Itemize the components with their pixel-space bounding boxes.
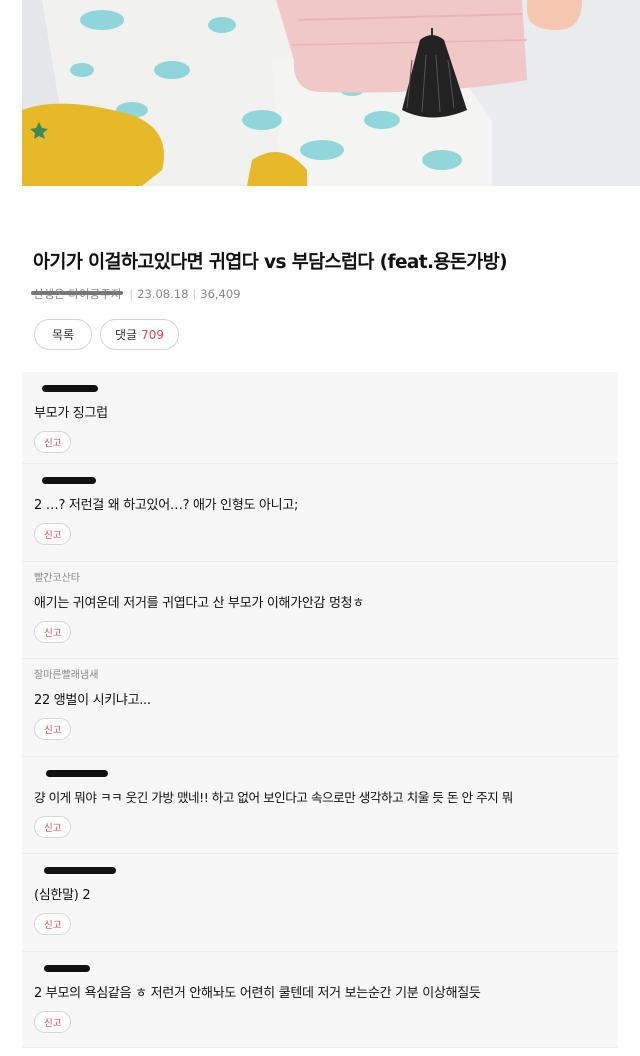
comment-nickname: [34, 962, 606, 976]
comment-list: 부모가 징그럽 신고 2 …? 저런걸 왜 하고있어…? 애가 인형도 아니고;…: [22, 372, 618, 1048]
comment-item: 잘마른빨래냄새 22 앵벌이 시키냐고... 신고: [22, 659, 618, 757]
comment-text: (심한말) 2: [34, 888, 91, 903]
comment-text: 걍 이게 뭐야 ㅋㅋ 웃긴 가방 맸네!! 하고 없어 보인다고 속으로만 생각…: [34, 790, 513, 805]
comment-nickname: 잘마른빨래냄새: [34, 670, 99, 681]
post-action-bar: 목록 댓글 709: [34, 319, 179, 350]
comment-nickname: [34, 767, 606, 781]
baby-with-pouch-photo: [22, 0, 640, 186]
comment-item: 부모가 징그럽 신고: [22, 372, 618, 464]
report-button[interactable]: 신고: [34, 718, 72, 740]
comment-text: 22 앵벌이 시키냐고...: [34, 693, 151, 708]
comment-item: 2 …? 저런걸 왜 하고있어…? 애가 인형도 아니고; 신고: [22, 464, 618, 562]
post-date: 23.08.18: [137, 287, 189, 301]
report-button[interactable]: 신고: [34, 913, 72, 935]
meta-divider: |: [129, 287, 134, 301]
redaction-mark: [44, 965, 90, 972]
redaction-mark: [46, 770, 108, 777]
comment-text: 애기는 귀여운데 저거를 귀엽다고 산 부모가 이해가안감 멍청ㅎ: [34, 596, 364, 611]
post-hero-image: [22, 0, 640, 186]
comment-item: 2 부모의 욕심같음 ㅎ 저런거 안해놔도 어련히 쿨텐데 저거 보는순간 기분…: [22, 952, 618, 1048]
meta-divider: |: [192, 287, 197, 301]
list-button[interactable]: 목록: [34, 319, 92, 350]
post-views: 36,409: [200, 287, 241, 301]
comment-item: 빨간코산타 애기는 귀여운데 저거를 귀엽다고 산 부모가 이해가안감 멍청ㅎ …: [22, 562, 618, 659]
comment-nickname: [34, 382, 606, 396]
redaction-mark: [44, 867, 116, 874]
comments-button[interactable]: 댓글 709: [100, 319, 179, 350]
report-button[interactable]: 신고: [34, 816, 72, 838]
comment-item: 걍 이게 뭐야 ㅋㅋ 웃긴 가방 맸네!! 하고 없어 보인다고 속으로만 생각…: [22, 757, 618, 854]
post-meta: 선생은 타이공주지 | 23.08.18 | 36,409: [30, 286, 241, 302]
comment-nickname: 빨간코산타: [34, 573, 80, 584]
comments-button-label: 댓글: [115, 328, 138, 342]
report-button[interactable]: 신고: [34, 431, 72, 453]
comment-item: (심한말) 2 신고: [22, 854, 618, 952]
comment-text: 2 …? 저런걸 왜 하고있어…? 애가 인형도 아니고;: [34, 498, 299, 513]
comment-text: 2 부모의 욕심같음 ㅎ 저런거 안해놔도 어련히 쿨텐데 저거 보는순간 기분…: [34, 986, 481, 1001]
comment-nickname: [34, 864, 606, 878]
report-button[interactable]: 신고: [34, 1011, 72, 1033]
post-author: 선생은 타이공주지: [30, 287, 124, 301]
report-button[interactable]: 신고: [34, 621, 72, 643]
redaction-mark: [42, 477, 96, 484]
comment-nickname: [34, 474, 606, 488]
post-title: 아기가 이걸하고있다면 귀엽다 vs 부담스럽다 (feat.용돈가방): [33, 252, 508, 273]
comment-text: 부모가 징그럽: [34, 406, 108, 421]
report-button[interactable]: 신고: [34, 523, 72, 545]
redaction-mark: [42, 385, 98, 392]
comments-count: 709: [141, 327, 164, 342]
